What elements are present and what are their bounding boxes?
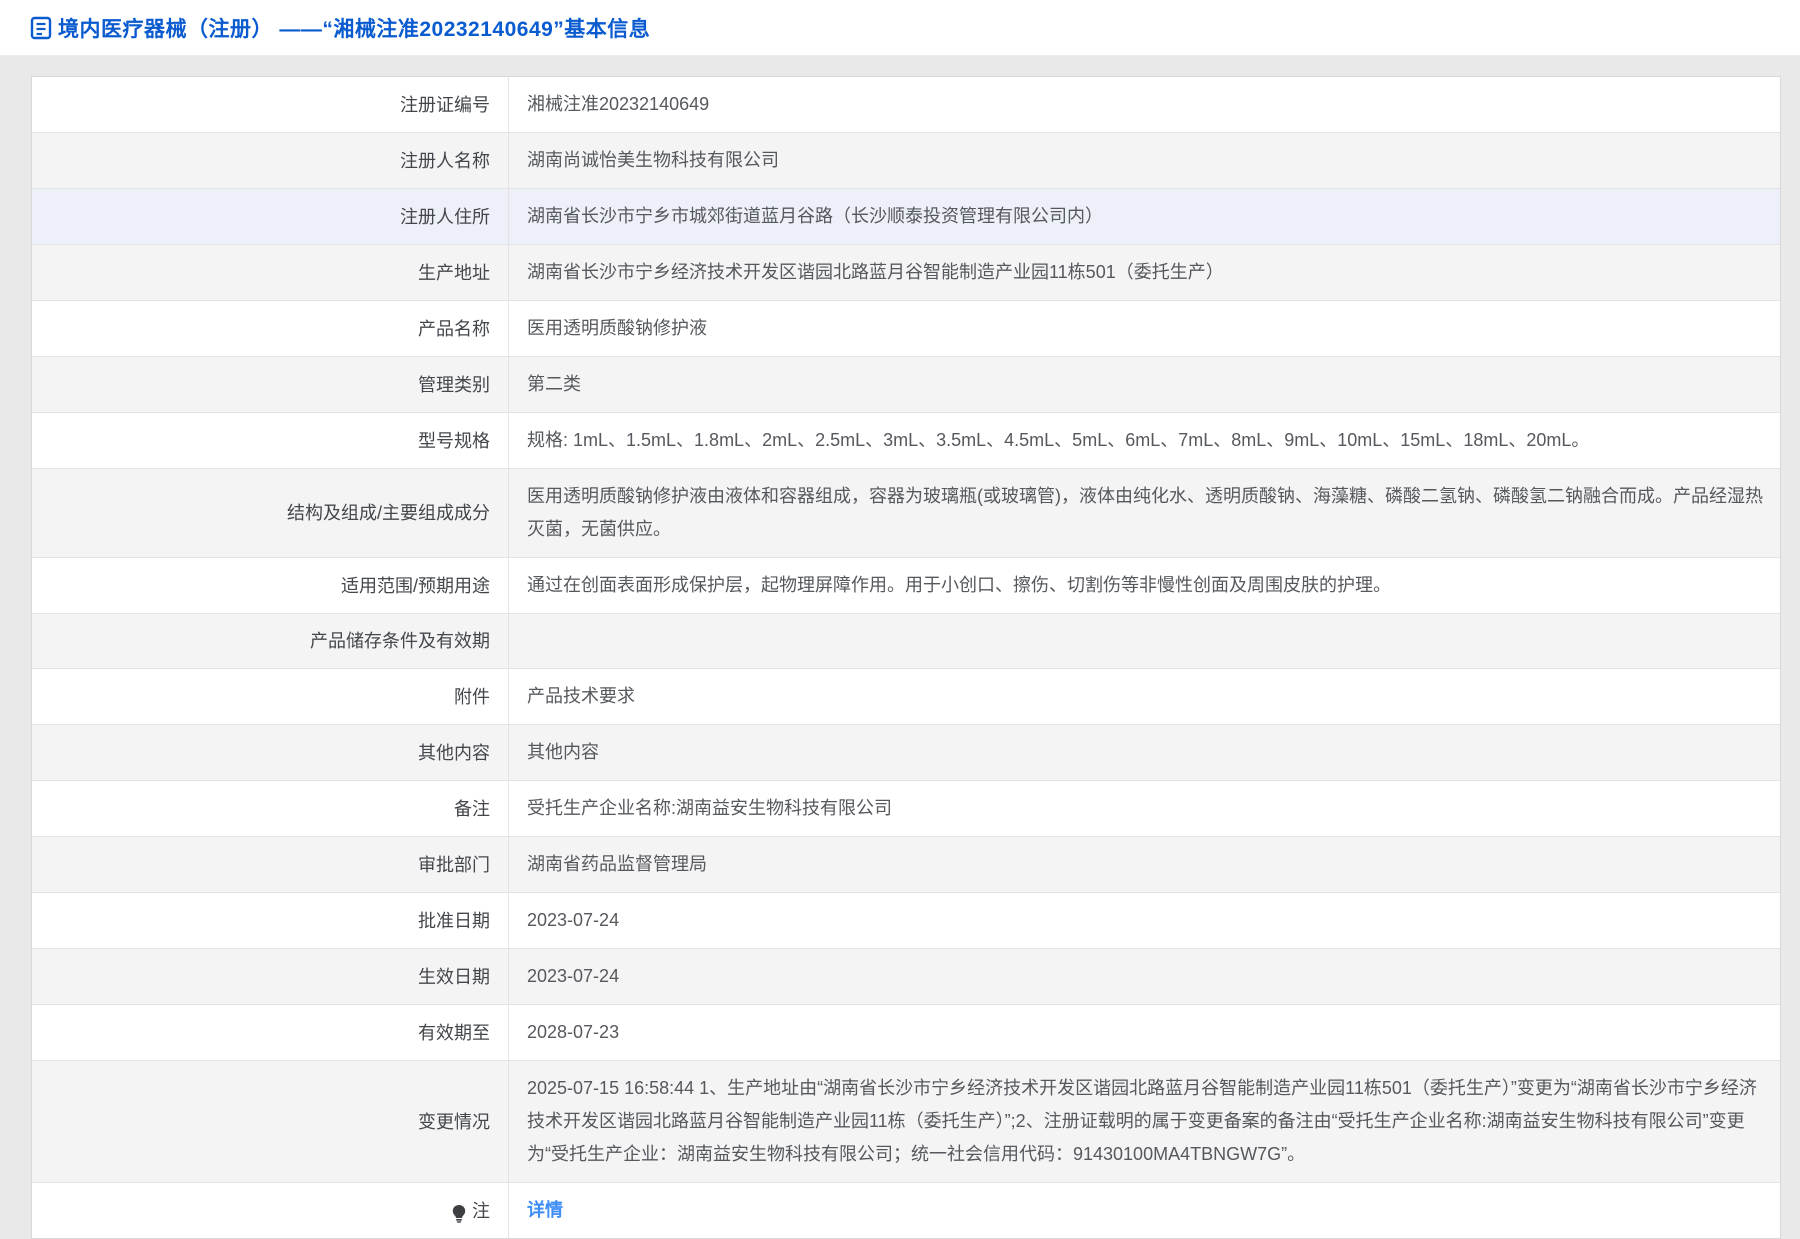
- table-row: 生效日期 2023-07-24: [32, 949, 1780, 1005]
- row-label-text: 变更情况: [418, 1107, 490, 1137]
- row-value-text: 2023-07-24: [527, 960, 619, 993]
- table-row: 变更情况 2025-07-15 16:58:44 1、生产地址由“湖南省长沙市宁乡…: [32, 1061, 1780, 1183]
- table-row: 附件 产品技术要求: [32, 669, 1780, 725]
- row-value: 产品技术要求: [509, 669, 1780, 724]
- row-label: 管理类别: [32, 357, 509, 412]
- row-value-text: 产品技术要求: [527, 680, 635, 713]
- table-row: 产品储存条件及有效期: [32, 614, 1780, 669]
- row-value-text: 湖南省长沙市宁乡市城郊街道蓝月谷路（长沙顺泰投资管理有限公司内）: [527, 200, 1103, 233]
- row-label-text: 注册证编号: [400, 90, 490, 120]
- row-value: 2025-07-15 16:58:44 1、生产地址由“湖南省长沙市宁乡经济技术…: [509, 1061, 1780, 1182]
- row-label: 附件: [32, 669, 509, 724]
- row-value: 2028-07-23: [509, 1005, 1780, 1060]
- row-value: 医用透明质酸钠修护液: [509, 301, 1780, 356]
- row-value-text: 湖南省长沙市宁乡经济技术开发区谐园北路蓝月谷智能制造产业园11栋501（委托生产…: [527, 256, 1224, 289]
- row-label: 生效日期: [32, 949, 509, 1004]
- row-label: 注: [32, 1183, 509, 1238]
- row-label-text: 注册人住所: [400, 202, 490, 232]
- row-label: 有效期至: [32, 1005, 509, 1060]
- row-value: 受托生产企业名称:湖南益安生物科技有限公司: [509, 781, 1780, 836]
- row-label: 备注: [32, 781, 509, 836]
- row-label-text: 结构及组成/主要组成成分: [287, 498, 490, 528]
- row-label: 其他内容: [32, 725, 509, 780]
- table-row: 型号规格 规格: 1mL、1.5mL、1.8mL、2mL、2.5mL、3mL、3.…: [32, 413, 1780, 469]
- row-value: 通过在创面表面形成保护层，起物理屏障作用。用于小创口、擦伤、切割伤等非慢性创面及…: [509, 558, 1780, 613]
- row-label-text: 管理类别: [418, 370, 490, 400]
- row-label: 审批部门: [32, 837, 509, 892]
- row-value-text: 第二类: [527, 368, 581, 401]
- table-row: 适用范围/预期用途 通过在创面表面形成保护层，起物理屏障作用。用于小创口、擦伤、切…: [32, 558, 1780, 614]
- row-value-text: 医用透明质酸钠修护液由液体和容器组成，容器为玻璃瓶(或玻璃管)，液体由纯化水、透…: [527, 480, 1770, 546]
- row-value: 规格: 1mL、1.5mL、1.8mL、2mL、2.5mL、3mL、3.5mL、…: [509, 413, 1780, 468]
- row-value-text: 受托生产企业名称:湖南益安生物科技有限公司: [527, 792, 892, 825]
- row-value-text: 其他内容: [527, 736, 599, 769]
- row-label-text: 注册人名称: [400, 146, 490, 176]
- row-value: 湖南省长沙市宁乡市城郊街道蓝月谷路（长沙顺泰投资管理有限公司内）: [509, 189, 1780, 244]
- row-label-text: 有效期至: [418, 1018, 490, 1048]
- row-label: 型号规格: [32, 413, 509, 468]
- row-value-text: 湖南尚诚怡美生物科技有限公司: [527, 144, 779, 177]
- page-header: 境内医疗器械（注册） ——“湘械注准20232140649”基本信息: [0, 0, 1800, 56]
- row-label-text: 生产地址: [418, 258, 490, 288]
- row-value: [509, 614, 1780, 668]
- row-value: 详情: [509, 1183, 1780, 1238]
- table-row: 生产地址 湖南省长沙市宁乡经济技术开发区谐园北路蓝月谷智能制造产业园11栋501（…: [32, 245, 1780, 301]
- document-icon: [30, 16, 52, 40]
- table-row: 产品名称 医用透明质酸钠修护液: [32, 301, 1780, 357]
- row-value: 湖南省长沙市宁乡经济技术开发区谐园北路蓝月谷智能制造产业园11栋501（委托生产…: [509, 245, 1780, 300]
- row-value-text: 医用透明质酸钠修护液: [527, 312, 707, 345]
- info-table: 注册证编号湘械注准20232140649注册人名称湖南尚诚怡美生物科技有限公司注…: [31, 76, 1781, 1239]
- row-value: 其他内容: [509, 725, 1780, 780]
- row-label-text: 产品名称: [418, 314, 490, 344]
- row-label-text: 附件: [454, 682, 490, 712]
- row-value: 湖南省药品监督管理局: [509, 837, 1780, 892]
- table-row: 管理类别 第二类: [32, 357, 1780, 413]
- row-value-text: 规格: 1mL、1.5mL、1.8mL、2mL、2.5mL、3mL、3.5mL、…: [527, 424, 1589, 457]
- row-value-text: 2023-07-24: [527, 904, 619, 937]
- row-label: 注册证编号: [32, 77, 509, 132]
- row-label: 变更情况: [32, 1061, 509, 1182]
- table-row: 其他内容 其他内容: [32, 725, 1780, 781]
- row-value-text: 通过在创面表面形成保护层，起物理屏障作用。用于小创口、擦伤、切割伤等非慢性创面及…: [527, 569, 1391, 602]
- lightbulb-icon: [451, 1204, 467, 1223]
- details-link[interactable]: 详情: [527, 1194, 563, 1227]
- row-label: 产品储存条件及有效期: [32, 614, 509, 668]
- row-label-text: 产品储存条件及有效期: [310, 626, 490, 656]
- row-label-text: 适用范围/预期用途: [341, 571, 490, 601]
- row-value: 2023-07-24: [509, 893, 1780, 948]
- row-value-text: 2025-07-15 16:58:44 1、生产地址由“湖南省长沙市宁乡经济技术…: [527, 1072, 1770, 1171]
- row-label-text: 生效日期: [418, 962, 490, 992]
- row-value: 2023-07-24: [509, 949, 1780, 1004]
- row-label: 注册人住所: [32, 189, 509, 244]
- row-value-text: 湘械注准20232140649: [527, 88, 709, 121]
- row-value-text: 2028-07-23: [527, 1016, 619, 1049]
- row-label-text: 其他内容: [418, 738, 490, 768]
- row-label-text: 型号规格: [418, 426, 490, 456]
- row-value: 湘械注准20232140649: [509, 77, 1780, 132]
- table-row: 结构及组成/主要组成成分 医用透明质酸钠修护液由液体和容器组成，容器为玻璃瓶(或玻…: [32, 469, 1780, 558]
- row-label-text: 批准日期: [418, 906, 490, 936]
- table-row: 审批部门 湖南省药品监督管理局: [32, 837, 1780, 893]
- row-value: 医用透明质酸钠修护液由液体和容器组成，容器为玻璃瓶(或玻璃管)，液体由纯化水、透…: [509, 469, 1780, 557]
- row-label-text: 备注: [454, 794, 490, 824]
- row-label: 适用范围/预期用途: [32, 558, 509, 613]
- table-row: 注册人名称 湖南尚诚怡美生物科技有限公司: [32, 133, 1780, 189]
- table-row: 注 详情: [32, 1183, 1780, 1238]
- row-label-text: 注: [472, 1196, 490, 1226]
- row-value: 湖南尚诚怡美生物科技有限公司: [509, 133, 1780, 188]
- table-row: 有效期至 2028-07-23: [32, 1005, 1780, 1061]
- row-label: 生产地址: [32, 245, 509, 300]
- row-label: 注册人名称: [32, 133, 509, 188]
- row-label: 结构及组成/主要组成成分: [32, 469, 509, 557]
- table-row: 注册证编号 湘械注准20232140649: [32, 77, 1780, 133]
- table-row: 批准日期 2023-07-24: [32, 893, 1780, 949]
- table-row: 备注 受托生产企业名称:湖南益安生物科技有限公司: [32, 781, 1780, 837]
- page-title: 境内医疗器械（注册） ——“湘械注准20232140649”基本信息: [58, 13, 650, 43]
- row-value: 第二类: [509, 357, 1780, 412]
- row-label: 产品名称: [32, 301, 509, 356]
- row-label: 批准日期: [32, 893, 509, 948]
- table-row: 注册人住所 湖南省长沙市宁乡市城郊街道蓝月谷路（长沙顺泰投资管理有限公司内）: [32, 189, 1780, 245]
- row-label-text: 审批部门: [418, 850, 490, 880]
- row-value-text: 湖南省药品监督管理局: [527, 848, 707, 881]
